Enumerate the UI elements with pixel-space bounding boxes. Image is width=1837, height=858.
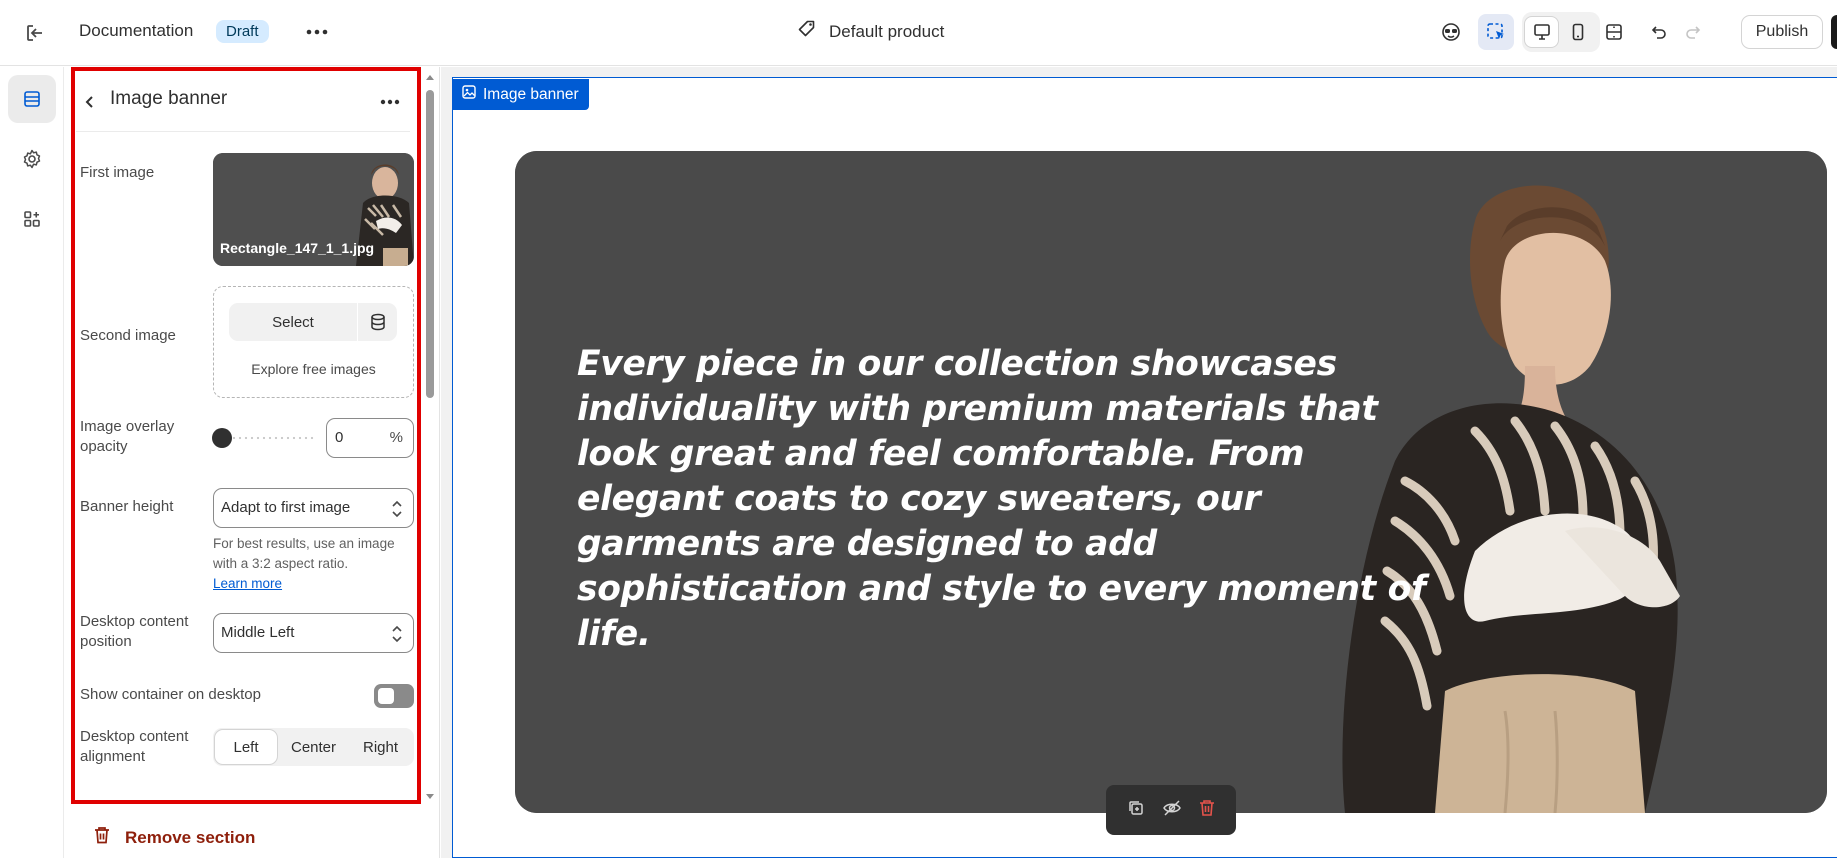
overlay-opacity-value[interactable]: 0 [335, 429, 343, 446]
toggle-knob [378, 688, 394, 704]
content-alignment-segmented: Left Center Right [213, 728, 414, 766]
undo-icon[interactable] [1640, 14, 1676, 50]
hide-eye-icon[interactable] [1162, 799, 1182, 822]
align-center-option[interactable]: Center [280, 728, 347, 766]
duplicate-icon[interactable] [1127, 799, 1145, 822]
help-text: For best results, use an image with a 3:… [213, 536, 395, 571]
panel-title: Image banner [110, 88, 228, 109]
slider-handle[interactable] [212, 428, 232, 448]
section-actions-toolbar [1106, 785, 1236, 835]
scroll-thumb[interactable] [426, 90, 434, 398]
select-image-button[interactable]: Select [229, 303, 357, 341]
preview-inspector-icon[interactable] [1433, 14, 1469, 50]
second-image-label: Second image [80, 327, 176, 344]
percent-unit: % [389, 429, 403, 446]
content-position-select[interactable]: Middle Left [213, 613, 414, 653]
scroll-up-icon[interactable] [424, 72, 436, 82]
remove-section-label: Remove section [125, 827, 256, 847]
content-position-label: Desktop content position [80, 613, 189, 650]
top-bar: Documentation Draft Default product Publ… [0, 0, 1837, 66]
left-rail [0, 67, 64, 858]
panel-header: Image banner [76, 78, 410, 132]
banner-height-label: Banner height [80, 498, 174, 515]
overlay-opacity-field[interactable]: 0 % [326, 418, 414, 458]
banner-height-value: Adapt to first image [221, 499, 351, 516]
explore-free-images-link[interactable]: Explore free images [214, 361, 413, 377]
desktop-view-icon[interactable] [1524, 16, 1559, 48]
sections-icon[interactable] [8, 75, 56, 123]
scroll-down-icon[interactable] [424, 792, 436, 802]
apps-icon[interactable] [8, 195, 56, 243]
back-arrow-icon[interactable] [79, 91, 101, 113]
fullscreen-icon[interactable] [1596, 16, 1631, 48]
first-image-filename: Rectangle_147_1_1.jpg [220, 240, 375, 256]
image-icon [462, 85, 476, 104]
image-select-group: Select [229, 303, 397, 341]
show-container-label: Show container on desktop [80, 686, 261, 703]
section-more-icon[interactable] [376, 91, 404, 113]
banner-height-select[interactable]: Adapt to first image [213, 488, 414, 528]
learn-more-link[interactable]: Learn more [213, 576, 282, 591]
delete-icon[interactable] [1199, 799, 1215, 822]
content-alignment-label: Desktop content alignment [80, 728, 189, 765]
mobile-view-icon[interactable] [1560, 16, 1595, 48]
select-tool-icon[interactable] [1478, 14, 1514, 50]
section-tag[interactable]: Image banner [452, 79, 589, 110]
overlay-opacity-label: Image overlay opacity [80, 418, 175, 455]
section-tag-label: Image banner [483, 85, 579, 103]
trash-icon [93, 825, 111, 850]
first-image-label: First image [80, 164, 155, 181]
account-menu-edge[interactable] [1831, 15, 1837, 49]
status-badge: Draft [216, 20, 269, 43]
publish-button[interactable]: Publish [1741, 15, 1823, 49]
align-right-option[interactable]: Right [347, 728, 414, 766]
first-image-thumbnail[interactable]: Rectangle_147_1_1.jpg [213, 153, 414, 266]
select-chevron-icon [391, 624, 403, 644]
database-icon[interactable] [358, 303, 397, 341]
remove-section-button[interactable]: Remove section [93, 825, 255, 850]
banner-height-help: For best results, use an image with a 3:… [213, 534, 418, 594]
panel-scrollbar[interactable] [424, 72, 436, 802]
settings-gear-icon[interactable] [8, 135, 56, 183]
more-actions-icon[interactable] [303, 20, 331, 44]
second-image-dropzone[interactable]: Select Explore free images [213, 286, 414, 398]
select-chevron-icon [391, 499, 403, 519]
banner-text: Every piece in our collection showcases … [577, 344, 1426, 654]
exit-icon[interactable] [22, 20, 48, 46]
tag-icon [797, 19, 817, 44]
theme-title[interactable]: Documentation [79, 21, 193, 41]
align-left-option[interactable]: Left [214, 729, 278, 765]
template-selector[interactable]: Default product [797, 19, 944, 44]
content-position-value: Middle Left [221, 624, 295, 641]
template-name: Default product [829, 21, 945, 41]
show-container-toggle[interactable] [374, 684, 414, 708]
redo-icon[interactable] [1676, 14, 1712, 50]
